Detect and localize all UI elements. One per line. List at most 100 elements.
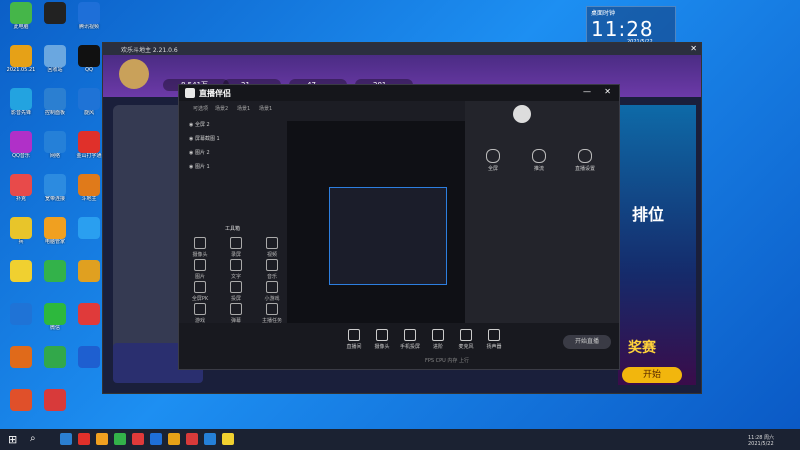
app-icon bbox=[44, 174, 66, 196]
taskbar-date[interactable]: 2021/5/22 bbox=[748, 441, 774, 447]
desktop-icon[interactable] bbox=[38, 260, 72, 282]
tool-button[interactable]: 全屏PK bbox=[183, 281, 217, 302]
tool-button[interactable]: 游戏 bbox=[183, 303, 217, 324]
taskbar-app-icon[interactable] bbox=[186, 433, 198, 445]
desktop-icon[interactable] bbox=[72, 346, 106, 368]
desktop-icon[interactable]: 此电脑 bbox=[4, 2, 38, 30]
desktop-icon[interactable]: 兵 bbox=[4, 217, 38, 245]
desktop-icon[interactable]: 腾讯视频 bbox=[72, 2, 106, 30]
right-panel-item[interactable]: 直播设置 bbox=[565, 149, 605, 172]
desktop-icon[interactable]: 微信 bbox=[38, 303, 72, 331]
close-icon[interactable]: ✕ bbox=[690, 44, 697, 53]
tool-label: 摄像头 bbox=[192, 252, 208, 258]
studio-titlebar[interactable]: 直播伴侣 — ✕ bbox=[179, 85, 619, 101]
tool-button[interactable]: 文字 bbox=[219, 259, 253, 280]
minimize-icon[interactable]: — bbox=[583, 87, 591, 96]
tool-button[interactable]: 主播任务 bbox=[255, 303, 289, 324]
app-icon bbox=[44, 131, 66, 153]
desktop-icon[interactable]: 回收站 bbox=[38, 45, 72, 73]
taskbar-app-icon[interactable] bbox=[60, 433, 72, 445]
tab-2[interactable]: 场景2 bbox=[215, 105, 228, 112]
toolbar-button[interactable]: 扬声器 bbox=[479, 329, 509, 350]
right-panel-icon bbox=[578, 149, 592, 163]
tool-button[interactable]: 摄像头 bbox=[183, 237, 217, 258]
toolbar-button[interactable]: 手机投屏 bbox=[395, 329, 425, 350]
desktop-icon[interactable] bbox=[4, 303, 38, 325]
tab-3[interactable]: 场景1 bbox=[237, 105, 250, 112]
desktop-icon[interactable]: 电脑管家 bbox=[38, 217, 72, 245]
tab-1[interactable]: 可选项 bbox=[193, 105, 208, 112]
game-mode-panel[interactable]: 排位 奖赛 开始 bbox=[618, 105, 696, 385]
taskbar-app-icon[interactable] bbox=[96, 433, 108, 445]
host-avatar-icon[interactable] bbox=[513, 105, 531, 123]
preview-area[interactable] bbox=[287, 121, 465, 327]
game-title: 欢乐斗地主 2.21.0.6 bbox=[121, 47, 178, 54]
taskbar-time[interactable]: 11:28 周六 bbox=[748, 434, 774, 441]
taskbar-app-icon[interactable] bbox=[132, 433, 144, 445]
desktop-icon[interactable] bbox=[72, 217, 106, 239]
tool-icon bbox=[230, 281, 242, 293]
desktop-icon[interactable]: 金山打字通 bbox=[72, 131, 106, 159]
studio-logo-icon bbox=[185, 88, 195, 98]
streaming-studio-window[interactable]: 直播伴侣 — ✕ 可选项 场景2 场景1 场景1 ◉ 全屏 2 ◉ 屏幕截图 1 ◉ 图片… bbox=[178, 84, 620, 370]
taskbar-app-icon[interactable] bbox=[150, 433, 162, 445]
start-live-button[interactable]: 开始直播 bbox=[563, 335, 611, 349]
taskbar-app-icon[interactable] bbox=[222, 433, 234, 445]
rank-label[interactable]: 排位 bbox=[632, 201, 664, 225]
toolbar-button[interactable]: 麦克风 bbox=[451, 329, 481, 350]
tool-button[interactable]: 音乐 bbox=[255, 259, 289, 280]
desktop-icon[interactable]: 宽带连接 bbox=[38, 174, 72, 202]
desktop-icon[interactable] bbox=[4, 346, 38, 368]
right-panel-icon bbox=[532, 149, 546, 163]
tool-button[interactable]: 小游戏 bbox=[255, 281, 289, 302]
desktop-icon[interactable] bbox=[72, 260, 106, 282]
scene-item[interactable]: ◉ 图片 1 bbox=[189, 163, 210, 173]
start-icon[interactable]: ⊞ bbox=[8, 433, 17, 446]
avatar[interactable] bbox=[119, 59, 149, 89]
desktop-icon[interactable] bbox=[38, 389, 72, 411]
app-icon bbox=[78, 174, 100, 196]
app-icon bbox=[10, 174, 32, 196]
prize-label[interactable]: 奖赛 bbox=[628, 337, 656, 357]
desktop-icon[interactable] bbox=[4, 260, 38, 282]
desktop-icon[interactable]: 影音先锋 bbox=[4, 88, 38, 116]
start-button[interactable]: 开始 bbox=[622, 367, 682, 383]
tool-button[interactable]: 弹幕 bbox=[219, 303, 253, 324]
taskbar-app-icon[interactable] bbox=[168, 433, 180, 445]
scene-item[interactable]: ◉ 全屏 2 bbox=[189, 121, 210, 131]
desktop-icon[interactable] bbox=[38, 346, 72, 368]
taskbar-app-icon[interactable] bbox=[204, 433, 216, 445]
scene-item[interactable]: ◉ 图片 2 bbox=[189, 149, 210, 159]
desktop-icon[interactable]: 2021.05.21 bbox=[4, 45, 38, 73]
desktop-icon[interactable]: 扑克 bbox=[4, 174, 38, 202]
close-icon[interactable]: ✕ bbox=[604, 87, 611, 96]
right-side-panel[interactable]: 全屏 推流 直播设置 bbox=[465, 101, 619, 323]
toolbar-button[interactable]: 进阶 bbox=[423, 329, 453, 350]
scene-item[interactable]: ◉ 屏幕截图 1 bbox=[189, 135, 220, 145]
desktop-icon[interactable]: 斗地主 bbox=[72, 174, 106, 202]
toolbar-button[interactable]: 摄像头 bbox=[367, 329, 397, 350]
desktop-icon[interactable]: 网络 bbox=[38, 131, 72, 159]
tab-4[interactable]: 场景1 bbox=[259, 105, 272, 112]
tool-button[interactable]: 图片 bbox=[183, 259, 217, 280]
desktop-icon[interactable] bbox=[38, 2, 72, 24]
tool-label: 录屏 bbox=[230, 252, 241, 258]
desktop-icon[interactable] bbox=[72, 303, 106, 325]
tool-button[interactable]: 视频 bbox=[255, 237, 289, 258]
desktop-icon-label: 兵 bbox=[18, 239, 24, 245]
toolbar-button[interactable]: 直播间 bbox=[339, 329, 369, 350]
right-panel-item[interactable]: 推流 bbox=[519, 149, 559, 172]
game-titlebar[interactable]: 欢乐斗地主 2.21.0.6 ✕ bbox=[103, 43, 701, 55]
tool-button[interactable]: 录屏 bbox=[219, 237, 253, 258]
search-icon[interactable]: ⌕ bbox=[30, 433, 36, 444]
right-panel-item[interactable]: 全屏 bbox=[473, 149, 513, 172]
app-icon bbox=[78, 303, 100, 325]
desktop-icon[interactable]: 控制面板 bbox=[38, 88, 72, 116]
desktop-icon[interactable] bbox=[4, 389, 38, 411]
taskbar-app-icon[interactable] bbox=[114, 433, 126, 445]
taskbar-app-icon[interactable] bbox=[78, 433, 90, 445]
desktop-icon[interactable]: QQ bbox=[72, 45, 106, 73]
tool-button[interactable]: 投屏 bbox=[219, 281, 253, 302]
desktop-icon[interactable]: 旋风 bbox=[72, 88, 106, 116]
desktop-icon[interactable]: QQ音乐 bbox=[4, 131, 38, 159]
